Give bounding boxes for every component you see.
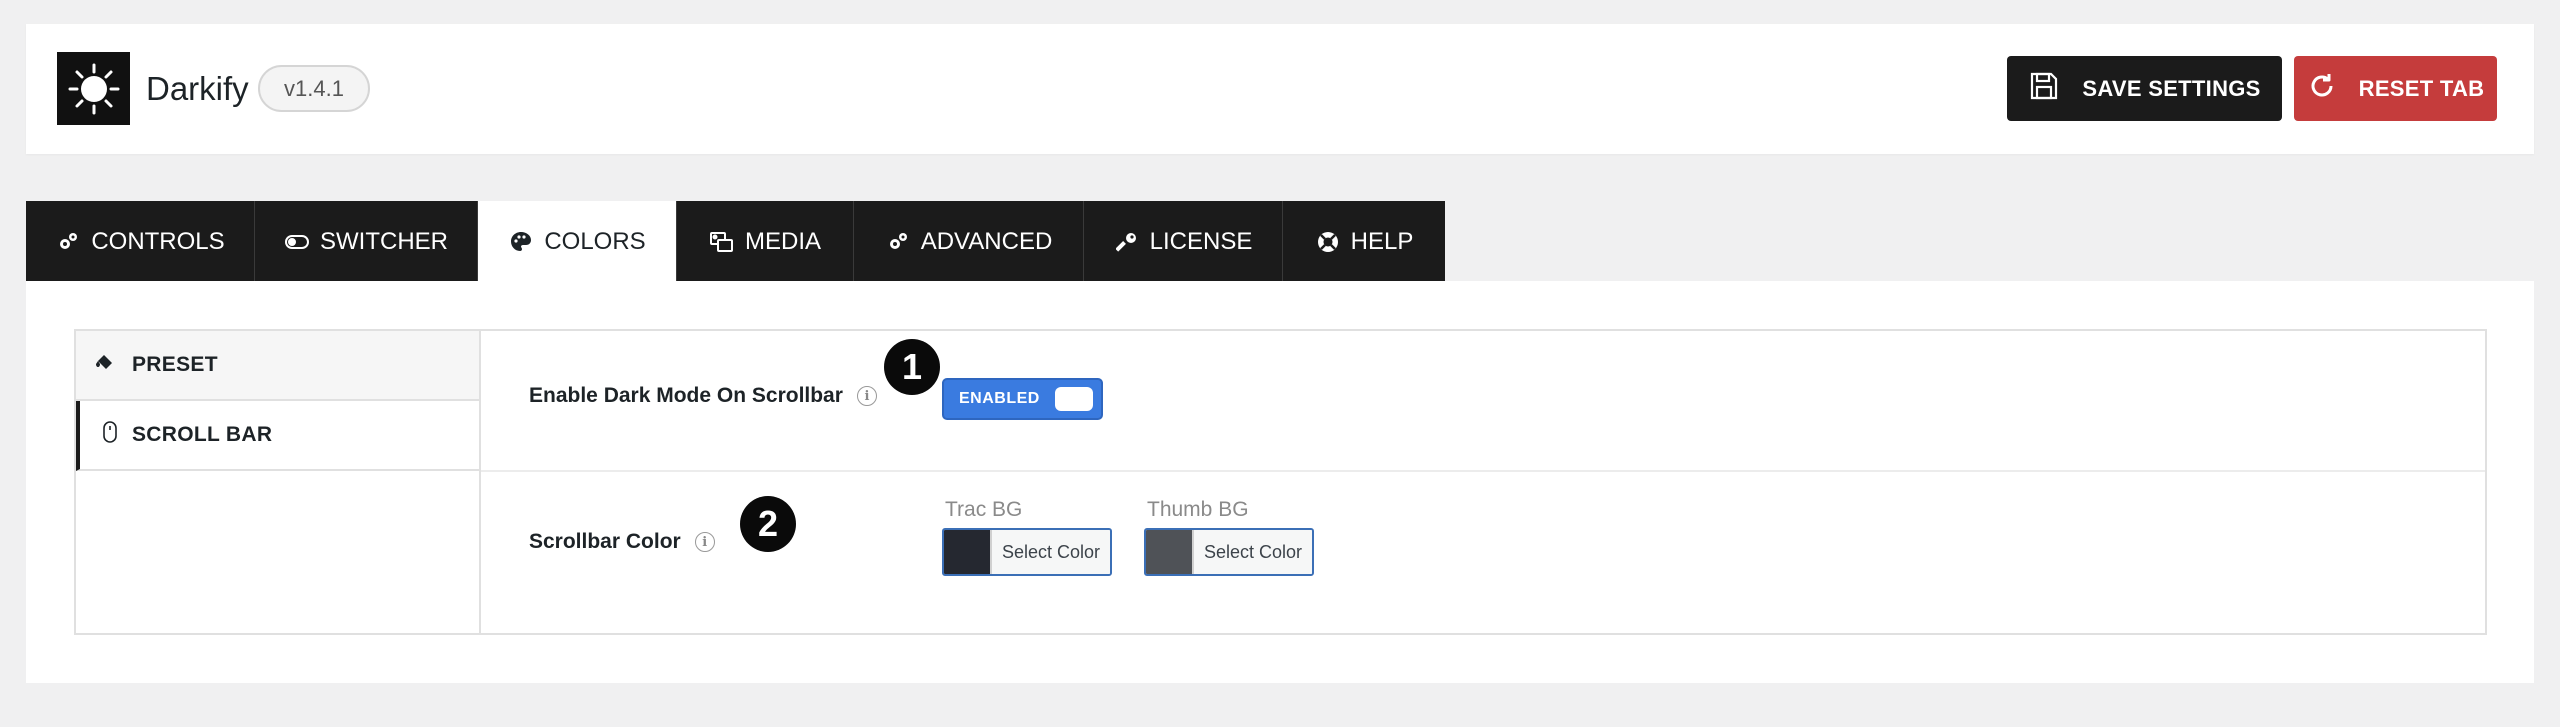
scrollbar-color-label: Scrollbar Color i (529, 530, 715, 554)
refresh-icon (2307, 71, 2337, 107)
colors-subnav: PRESET SCROLL BAR (76, 331, 481, 633)
app-name: Darkify (146, 70, 249, 107)
info-icon[interactable]: i (694, 532, 715, 552)
thumb-bg-color-picker[interactable]: Select Color (1144, 528, 1315, 576)
trac-bg-swatch[interactable] (944, 530, 992, 574)
thumb-bg-swatch[interactable] (1146, 530, 1194, 574)
toggle-icon (284, 229, 310, 255)
dark-scrollbar-label: Enable Dark Mode On Scrollbar i (529, 384, 877, 408)
tab-license[interactable]: LICENSE (1084, 201, 1283, 282)
fill-drip-icon (94, 352, 118, 378)
toggle-state-label: ENABLED (959, 390, 1040, 407)
colors-section: PRESET SCROLL BAR Enable Dark Mode On Sc… (74, 329, 2487, 635)
dark-scrollbar-toggle[interactable]: ENABLED (942, 378, 1103, 420)
tab-controls[interactable]: CONTROLS (26, 201, 255, 282)
step-badge-1: 1 (884, 339, 940, 395)
tab-advanced[interactable]: ADVANCED (854, 201, 1084, 282)
app-header: Darkify v1.4.1 SAVE SETTINGS RESET TAB (26, 24, 2534, 154)
tab-colors[interactable]: COLORS (478, 201, 677, 282)
photo-video-icon (709, 229, 735, 255)
trac-bg-select-color-button[interactable]: Select Color (992, 530, 1111, 574)
save-settings-label: SAVE SETTINGS (2082, 75, 2261, 101)
settings-panel: PRESET SCROLL BAR Enable Dark Mode On Sc… (26, 281, 2534, 683)
floppy-disk-icon (2028, 70, 2060, 108)
subnav-item-scroll-bar[interactable]: SCROLL BAR (76, 401, 479, 471)
thumb-bg-select-color-button[interactable]: Select Color (1194, 530, 1313, 574)
scrollbar-color-field: Scrollbar Color i (481, 472, 2485, 633)
thumb-bg-color-group: Thumb BG Select Color (1144, 498, 1315, 576)
tab-help[interactable]: HELP (1283, 201, 1445, 282)
reset-tab-button[interactable]: RESET TAB (2294, 56, 2497, 121)
save-settings-button[interactable]: SAVE SETTINGS (2007, 56, 2282, 121)
reset-tab-label: RESET TAB (2358, 75, 2485, 101)
thumb-bg-label: Thumb BG (1147, 498, 1249, 521)
dark-scrollbar-field: Enable Dark Mode On Scrollbar i (481, 331, 2485, 472)
step-badge-2: 2 (740, 496, 796, 552)
tab-switcher[interactable]: SWITCHER (255, 201, 478, 282)
trac-bg-color-group: Trac BG Select Color (942, 498, 1113, 576)
key-icon (1114, 229, 1140, 255)
palette-icon (508, 229, 534, 255)
mouse-icon (102, 420, 118, 450)
main-tabs: CONTROLS SWITCHER COLORS MEDIA ADVANCED … (26, 201, 1445, 282)
tab-media[interactable]: MEDIA (677, 201, 854, 282)
gears-icon (55, 229, 81, 255)
trac-bg-label: Trac BG (945, 498, 1023, 521)
version-badge: v1.4.1 (258, 65, 370, 112)
gears-icon (885, 229, 911, 255)
life-ring-icon (1315, 229, 1341, 255)
darkify-logo (57, 52, 130, 125)
subnav-item-preset[interactable]: PRESET (76, 331, 479, 401)
toggle-knob (1055, 387, 1093, 411)
info-icon[interactable]: i (856, 386, 877, 406)
trac-bg-color-picker[interactable]: Select Color (942, 528, 1113, 576)
